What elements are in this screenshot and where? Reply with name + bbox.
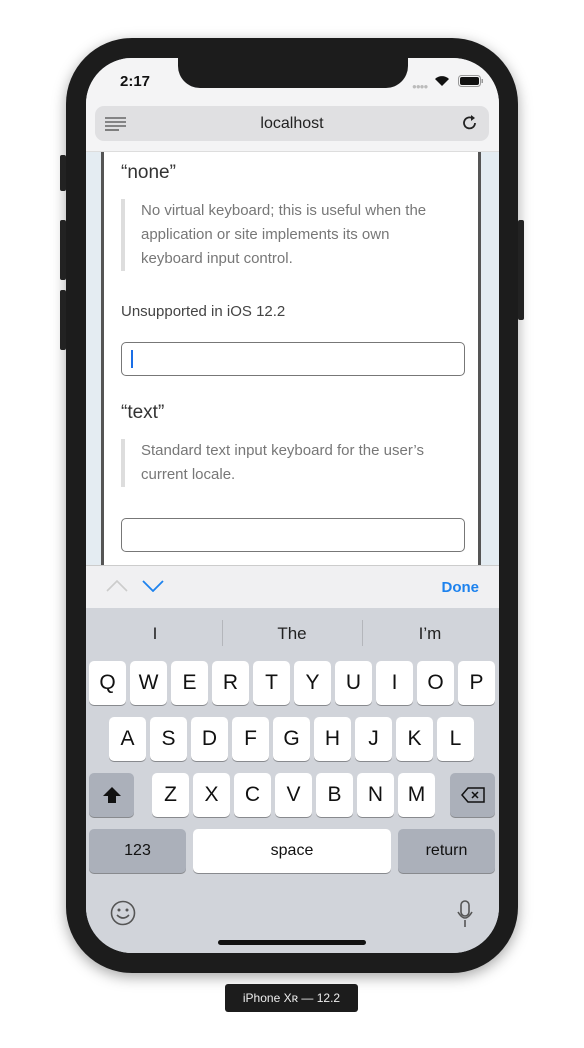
- key-n[interactable]: N: [357, 773, 394, 817]
- key-x[interactable]: X: [193, 773, 230, 817]
- suggestion[interactable]: I: [86, 624, 224, 644]
- wifi-icon: [435, 76, 449, 86]
- delete-key[interactable]: [450, 773, 495, 817]
- key-g[interactable]: G: [273, 717, 310, 761]
- key-y[interactable]: Y: [294, 661, 331, 705]
- key-d[interactable]: D: [191, 717, 228, 761]
- shift-icon: [102, 787, 121, 803]
- key-v[interactable]: V: [275, 773, 312, 817]
- url-text[interactable]: localhost: [95, 115, 489, 133]
- mute-switch: [60, 155, 66, 191]
- suggestion[interactable]: I’m: [361, 624, 499, 644]
- keyboard: I The I’m QWERTYUIOPASDFGHJKLZXCVBNM 123…: [86, 608, 499, 953]
- key-a[interactable]: A: [109, 717, 146, 761]
- key-c[interactable]: C: [234, 773, 271, 817]
- key-m[interactable]: M: [398, 773, 435, 817]
- suggestion[interactable]: The: [223, 624, 361, 644]
- web-content: “none” No virtual keyboard; this is usef…: [101, 152, 481, 565]
- key-i[interactable]: I: [376, 661, 413, 705]
- chevron-up-icon[interactable]: [106, 580, 128, 592]
- key-z[interactable]: Z: [152, 773, 189, 817]
- key-u[interactable]: U: [335, 661, 372, 705]
- volume-down-button: [60, 290, 66, 350]
- shift-key[interactable]: [89, 773, 134, 817]
- key-j[interactable]: J: [355, 717, 392, 761]
- device-label: iPhone Xʀ — 12.2: [225, 984, 358, 1012]
- section-desc-none: No virtual keyboard; this is useful when…: [121, 199, 451, 271]
- key-p[interactable]: P: [458, 661, 495, 705]
- key-l[interactable]: L: [437, 717, 474, 761]
- key-s[interactable]: S: [150, 717, 187, 761]
- address-bar[interactable]: localhost: [95, 106, 489, 141]
- numbers-key[interactable]: 123: [89, 829, 186, 873]
- notch: [178, 58, 408, 88]
- section-title-none: “none”: [121, 162, 176, 183]
- key-k[interactable]: K: [396, 717, 433, 761]
- space-key[interactable]: space: [193, 829, 391, 873]
- key-r[interactable]: R: [212, 661, 249, 705]
- battery-icon: [458, 75, 483, 87]
- unsupported-note: Unsupported in iOS 12.2: [121, 303, 286, 320]
- home-indicator[interactable]: [218, 940, 366, 945]
- input-none[interactable]: [121, 342, 465, 376]
- reload-icon[interactable]: [461, 114, 479, 132]
- key-o[interactable]: O: [417, 661, 454, 705]
- key-e[interactable]: E: [171, 661, 208, 705]
- power-button: [518, 220, 524, 320]
- section-title-text: “text”: [121, 402, 165, 423]
- volume-up-button: [60, 220, 66, 280]
- return-key[interactable]: return: [398, 829, 495, 873]
- clock: 2:17: [120, 73, 151, 90]
- section-desc-text: Standard text input keyboard for the use…: [121, 439, 451, 487]
- key-h[interactable]: H: [314, 717, 351, 761]
- key-f[interactable]: F: [232, 717, 269, 761]
- input-text[interactable]: [121, 518, 465, 552]
- chevron-down-icon[interactable]: [142, 580, 164, 592]
- microphone-icon[interactable]: [457, 900, 473, 928]
- emoji-icon[interactable]: [110, 900, 136, 926]
- backspace-icon: [460, 787, 485, 803]
- text-caret: [131, 350, 133, 368]
- key-b[interactable]: B: [316, 773, 353, 817]
- signal-icon: ●●●●: [412, 82, 428, 91]
- screen: 2:17 ●●●● localhost “none” No virtual ke…: [86, 58, 499, 953]
- key-t[interactable]: T: [253, 661, 290, 705]
- key-w[interactable]: W: [130, 661, 167, 705]
- key-q[interactable]: Q: [89, 661, 126, 705]
- done-button[interactable]: Done: [442, 579, 480, 596]
- keyboard-accessory-bar: Done: [86, 565, 499, 608]
